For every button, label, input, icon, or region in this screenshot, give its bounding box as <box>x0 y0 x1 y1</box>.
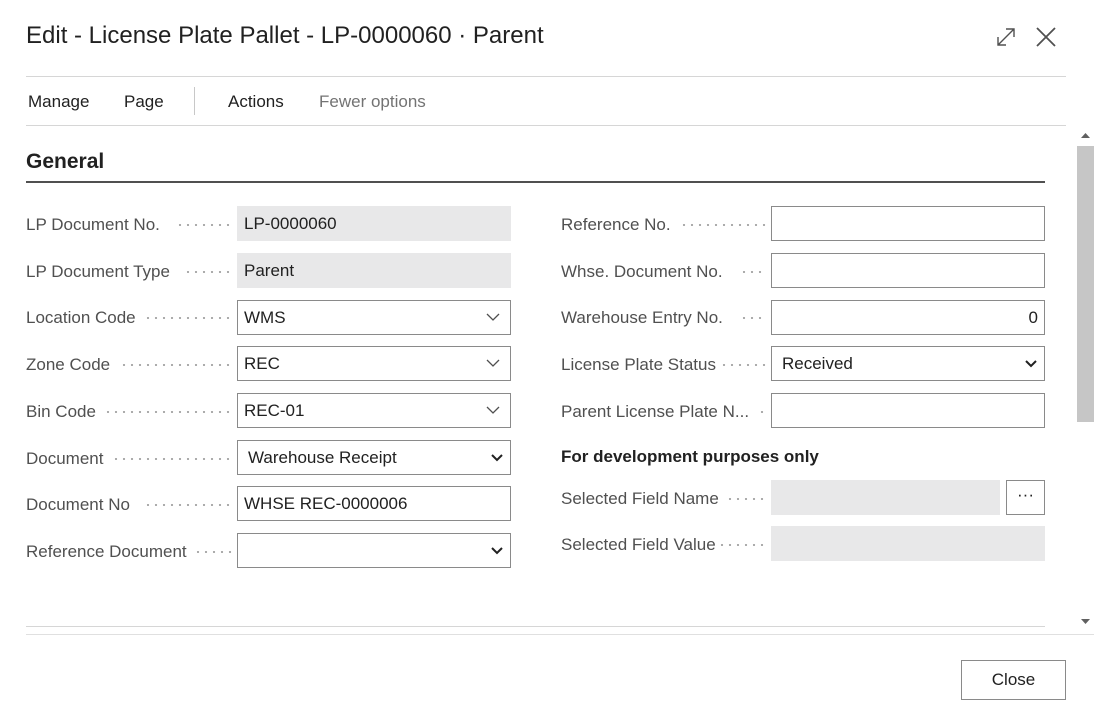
menu-divider <box>26 125 1066 126</box>
label-lp-document-type: LP Document Type <box>26 262 170 281</box>
label-dots <box>720 364 766 366</box>
label-selected-field-name: Selected Field Name <box>561 489 719 508</box>
menu-page[interactable]: Page <box>124 92 164 112</box>
close-button[interactable]: Close <box>961 660 1066 700</box>
menu-separator <box>194 87 195 115</box>
scrollbar-thumb[interactable] <box>1077 146 1094 422</box>
label-lp-document-no: LP Document No. <box>26 215 160 234</box>
lp-document-type-field: Parent <box>237 253 511 288</box>
dropdown-arrow-icon[interactable] <box>491 453 503 462</box>
chevron-down-icon[interactable] <box>486 312 500 322</box>
label-document-no: Document No <box>26 495 130 514</box>
chevron-down-icon[interactable] <box>486 405 500 415</box>
label-dots <box>680 224 766 226</box>
label-dots <box>726 498 766 500</box>
label-location-code: Location Code <box>26 308 136 327</box>
label-dots <box>194 551 232 553</box>
expand-icon[interactable] <box>994 25 1018 49</box>
license-plate-status-select[interactable]: Received <box>771 346 1045 381</box>
label-selected-field-value: Selected Field Value <box>561 535 716 554</box>
label-dots <box>740 271 766 273</box>
menu-manage[interactable]: Manage <box>28 92 89 112</box>
bin-code-field[interactable]: REC-01 <box>237 393 511 428</box>
label-reference-document: Reference Document <box>26 542 187 561</box>
zone-code-field[interactable]: REC <box>237 346 511 381</box>
menu-actions[interactable]: Actions <box>228 92 284 112</box>
footer-divider <box>26 634 1094 635</box>
section-title-general[interactable]: General <box>26 150 104 174</box>
label-dots <box>184 271 232 273</box>
vertical-scrollbar[interactable] <box>1077 128 1094 634</box>
scroll-down-arrow-icon[interactable] <box>1081 618 1090 625</box>
location-code-value: WMS <box>244 308 286 327</box>
menu-fewer-options[interactable]: Fewer options <box>319 92 426 112</box>
label-parent-license-plate-no: Parent License Plate N... <box>561 402 750 421</box>
zone-code-value: REC <box>244 354 280 373</box>
label-dots <box>758 411 766 413</box>
label-dots <box>120 364 232 366</box>
label-dots <box>718 544 766 546</box>
label-dots <box>144 504 232 506</box>
location-code-field[interactable]: WMS <box>237 300 511 335</box>
label-dots <box>176 224 232 226</box>
reference-document-select[interactable] <box>237 533 511 568</box>
label-document: Document <box>26 449 104 468</box>
license-plate-status-value: Received <box>782 354 853 373</box>
assist-edit-button[interactable]: ··· <box>1006 480 1045 515</box>
label-warehouse-entry-no: Warehouse Entry No. <box>561 308 723 327</box>
document-select-value: Warehouse Receipt <box>248 448 397 467</box>
title-divider <box>26 76 1066 77</box>
parent-license-plate-no-field[interactable] <box>771 393 1045 428</box>
label-license-plate-status: License Plate Status <box>561 355 716 374</box>
section-rule <box>26 181 1045 183</box>
label-zone-code: Zone Code <box>26 355 111 374</box>
dialog-title: Edit - License Plate Pallet - LP-0000060… <box>26 22 544 49</box>
document-no-field[interactable]: WHSE REC-0000006 <box>237 486 511 521</box>
dropdown-arrow-icon[interactable] <box>491 546 503 555</box>
label-bin-code: Bin Code <box>26 402 96 421</box>
whse-document-no-field[interactable] <box>771 253 1045 288</box>
label-dots <box>144 317 232 319</box>
scroll-up-arrow-icon[interactable] <box>1081 132 1090 139</box>
label-dots <box>112 458 232 460</box>
dropdown-arrow-icon[interactable] <box>1025 359 1037 368</box>
dev-section-heading: For development purposes only <box>561 447 819 466</box>
bin-code-value: REC-01 <box>244 401 305 420</box>
content-bottom-divider <box>26 626 1045 627</box>
close-icon[interactable] <box>1034 25 1058 49</box>
lp-document-no-field: LP-0000060 <box>237 206 511 241</box>
label-whse-document-no: Whse. Document No. <box>561 262 723 281</box>
warehouse-entry-no-field[interactable]: 0 <box>771 300 1045 335</box>
document-select[interactable]: Warehouse Receipt <box>237 440 511 475</box>
selected-field-value-field <box>771 526 1045 561</box>
chevron-down-icon[interactable] <box>486 358 500 368</box>
reference-no-field[interactable] <box>771 206 1045 241</box>
label-reference-no: Reference No. <box>561 215 671 234</box>
label-dots <box>740 317 766 319</box>
label-dots <box>104 411 232 413</box>
selected-field-name-field <box>771 480 1000 515</box>
